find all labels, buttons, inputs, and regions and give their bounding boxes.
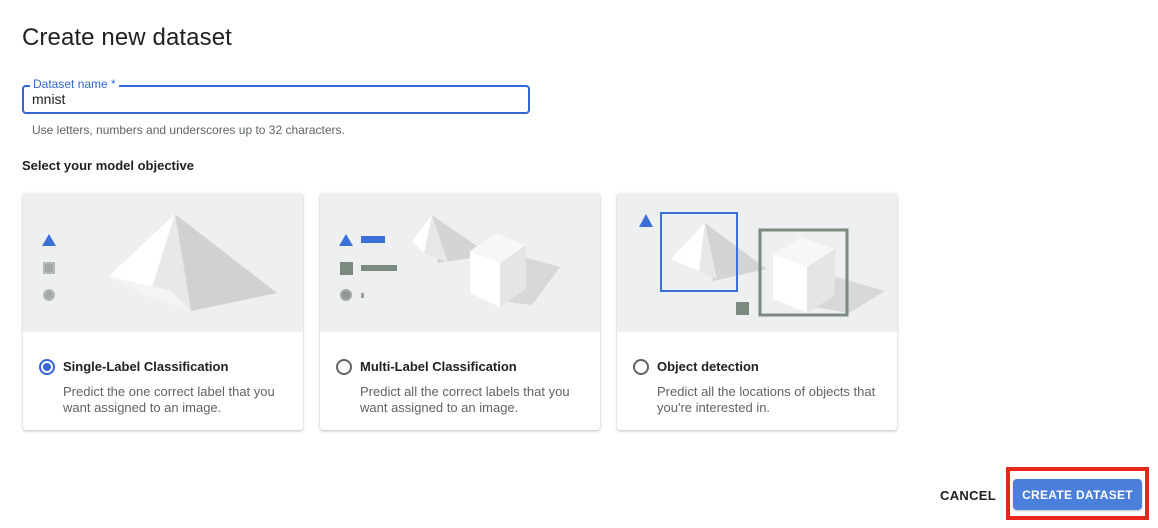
square-label-icon [340,262,353,275]
dataset-name-input[interactable] [32,91,512,107]
dataset-name-label: Dataset name * [30,77,119,91]
triangle-label-icon [639,214,653,227]
multi-label-illustration [320,193,600,332]
create-dataset-button[interactable]: CREATE DATASET [1013,479,1142,510]
triangle-label-icon [42,234,56,246]
square-label-icon [736,302,749,315]
create-dataset-dialog: Create new dataset Dataset name * Use le… [0,0,1158,528]
objective-card-single-label[interactable]: Single-Label Classification Predict the … [23,193,303,430]
object-detection-illustration [617,193,897,332]
objective-card-object-detection[interactable]: Object detection Predict all the locatio… [617,193,897,430]
cancel-button[interactable]: CANCEL [930,481,1006,509]
multi-label-radio[interactable] [336,359,352,375]
multi-label-description: Predict all the correct labels that you … [360,384,570,415]
dialog-title: Create new dataset [22,24,232,51]
objective-card-multi-label[interactable]: Multi-Label Classification Predict all t… [320,193,600,430]
multi-label-title: Multi-Label Classification [360,359,517,374]
triangle-label-icon [339,234,353,246]
dataset-name-hint: Use letters, numbers and underscores up … [32,123,345,137]
object-detection-radio[interactable] [633,359,649,375]
object-detection-title: Object detection [657,359,759,374]
single-label-illustration [23,193,303,332]
single-label-title: Single-Label Classification [63,359,229,374]
single-label-radio[interactable] [39,359,55,375]
object-detection-description: Predict all the locations of objects tha… [657,384,876,415]
blue-label-bar [361,236,385,243]
single-label-description: Predict the one correct label that you w… [63,384,275,415]
objective-heading: Select your model objective [22,158,194,173]
dataset-name-field[interactable]: Dataset name * [22,77,530,114]
green-label-bar [361,265,397,271]
